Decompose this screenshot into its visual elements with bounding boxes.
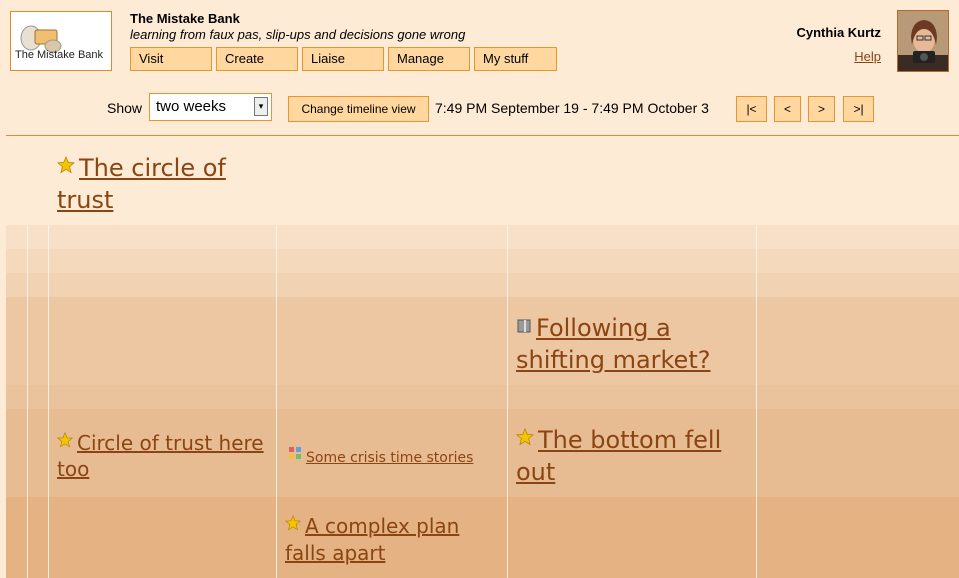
show-label: Show — [107, 100, 143, 116]
story-title: A complex plan falls apart — [285, 514, 460, 565]
star-icon — [284, 511, 302, 538]
timeline-range-text: 7:49 PM September 19 - 7:49 PM October 3 — [435, 100, 709, 116]
story-link[interactable]: The bottom fell out — [515, 422, 751, 488]
timeline-gridline — [276, 225, 277, 578]
help-link[interactable]: Help — [854, 49, 881, 64]
change-timeline-view-button[interactable]: Change timeline view — [288, 96, 429, 122]
timeline-gridline — [756, 225, 757, 578]
avatar[interactable] — [897, 10, 949, 72]
star-icon — [515, 422, 535, 454]
dropdown-arrow-icon: ▾ — [254, 97, 268, 116]
timeline-band — [6, 273, 959, 297]
period-select-value: two weeks — [156, 98, 227, 115]
timeline-gridline — [27, 225, 28, 578]
story-title: Some crisis time stories — [306, 450, 474, 466]
previous-page-button[interactable]: < — [774, 96, 801, 122]
site-logo[interactable]: The Mistake Bank — [10, 11, 112, 71]
timeline-band — [6, 249, 959, 273]
story-title: The circle of trust — [57, 154, 226, 214]
next-page-button[interactable]: > — [808, 96, 835, 122]
story-link[interactable]: Following a shifting market? — [516, 310, 746, 376]
site-title: The Mistake Bank — [130, 11, 240, 26]
nav-visit-button[interactable]: Visit — [130, 47, 212, 71]
avatar-image — [898, 11, 948, 71]
header-divider — [6, 135, 959, 136]
story-link[interactable]: Circle of trust here too — [56, 428, 277, 482]
period-select[interactable]: two weeks ▾ — [149, 93, 272, 121]
story-link[interactable]: A complex plan falls apart — [284, 511, 500, 567]
story-link[interactable]: Some crisis time stories — [288, 446, 503, 468]
timeline-gridline — [507, 225, 508, 578]
main-nav: Visit Create Liaise Manage My stuff — [130, 47, 557, 71]
story-link[interactable]: The circle of trust — [56, 150, 257, 216]
site-tagline: learning from faux pas, slip-ups and dec… — [130, 27, 466, 42]
story-title: The bottom fell out — [516, 426, 722, 486]
last-page-button[interactable]: >| — [843, 96, 874, 122]
timeline-band — [6, 225, 959, 249]
timeline-gridline — [48, 225, 49, 578]
logo-text: The Mistake Bank — [15, 49, 104, 61]
book-icon — [516, 310, 532, 342]
nav-create-button[interactable]: Create — [216, 47, 298, 71]
first-page-button[interactable]: |< — [736, 96, 767, 122]
nav-my-stuff-button[interactable]: My stuff — [474, 47, 557, 71]
collage-icon — [288, 446, 302, 466]
timeline-band — [6, 297, 959, 385]
nav-liaise-button[interactable]: Liaise — [302, 47, 384, 71]
timeline-band — [6, 385, 959, 409]
story-title: Following a shifting market? — [516, 314, 711, 374]
star-icon — [56, 150, 76, 182]
user-name: Cynthia Kurtz — [796, 25, 882, 40]
nav-manage-button[interactable]: Manage — [388, 47, 470, 71]
story-title: Circle of trust here too — [57, 431, 264, 481]
star-icon — [56, 428, 74, 454]
